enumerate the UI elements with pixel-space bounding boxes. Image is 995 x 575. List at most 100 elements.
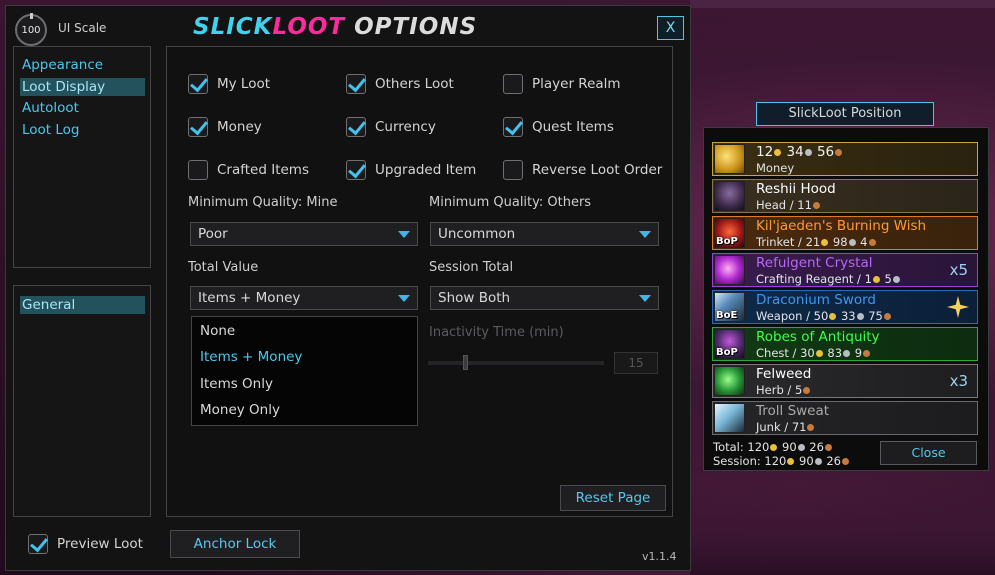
crystal-icon <box>714 255 745 285</box>
min-quality-others-value: Uncommon <box>438 226 516 242</box>
silver-value: 98 <box>832 235 848 249</box>
background-pillar <box>690 0 995 8</box>
session-total-dropdown[interactable]: Show Both <box>430 286 659 310</box>
bind-badge: BoP <box>716 236 738 247</box>
money-amount: 12 34 56 <box>756 144 843 160</box>
session-label: Session: <box>713 454 761 468</box>
item-subtitle: Chest / 30 83 9 <box>756 346 871 360</box>
currency-checkbox[interactable] <box>346 117 366 137</box>
profile-nav: General <box>13 285 151 517</box>
loot-row-robes-of-antiquity[interactable]: BoP Robes of Antiquity Chest / 30 83 9 <box>712 327 978 361</box>
upgraded-item-checkbox[interactable] <box>346 160 366 180</box>
min-quality-mine-dropdown[interactable]: Poor <box>190 222 418 246</box>
slickloot-position-button[interactable]: SlickLoot Position <box>756 102 934 126</box>
silver-coin-icon <box>856 313 864 320</box>
others-loot-checkbox[interactable] <box>346 74 366 94</box>
quest-items-label: Quest Items <box>532 119 614 135</box>
loot-row-reshii-hood[interactable]: Reshii Hood Head / 11 <box>712 179 978 213</box>
title-loot: LOOT <box>272 14 346 40</box>
min-quality-mine-value: Poor <box>198 226 228 242</box>
money-option[interactable]: Money <box>188 117 262 137</box>
gold-value: 12 <box>756 144 774 160</box>
inactivity-value[interactable]: 15 <box>614 352 658 374</box>
upgraded-item-label: Upgraded Item <box>375 162 477 178</box>
gold-coin-icon <box>787 458 795 465</box>
silver-coin-icon <box>814 458 822 465</box>
copper-coin-icon <box>868 239 876 246</box>
sidebar-item-loot-log[interactable]: Loot Log <box>20 121 145 139</box>
total-silver: 90 <box>782 440 797 454</box>
ui-scale-knob[interactable]: 100 <box>15 13 47 46</box>
quest-items-checkbox[interactable] <box>503 117 523 137</box>
silver-value: 34 <box>786 144 804 160</box>
crafted-items-label: Crafted Items <box>217 162 309 178</box>
menu-option-items-money[interactable]: Items + Money <box>200 349 302 365</box>
copper-value: 9 <box>854 346 863 360</box>
player-realm-checkbox[interactable] <box>503 74 523 94</box>
menu-option-money-only[interactable]: Money Only <box>200 402 280 418</box>
preview-loot-checkbox[interactable] <box>28 534 48 554</box>
stack-count: x3 <box>949 372 968 390</box>
my-loot-label: My Loot <box>217 76 271 92</box>
anchor-lock-button[interactable]: Anchor Lock <box>170 530 300 558</box>
loot-close-button[interactable]: Close <box>880 441 977 465</box>
trinket-icon: BoP <box>714 218 745 248</box>
total-value-dropdown[interactable]: Items + Money <box>190 286 418 310</box>
currency-option[interactable]: Currency <box>346 117 436 137</box>
copper-coin-icon <box>835 149 843 156</box>
reverse-loot-order-option[interactable]: Reverse Loot Order <box>503 160 662 180</box>
copper-coin-icon <box>841 458 849 465</box>
background-floor <box>690 485 995 575</box>
close-button[interactable]: X <box>657 16 684 40</box>
others-loot-option[interactable]: Others Loot <box>346 74 454 94</box>
profile-item-general[interactable]: General <box>20 296 145 314</box>
inactivity-slider-thumb[interactable] <box>463 355 468 370</box>
title-slick: SLICK <box>193 14 273 40</box>
loot-row-kiljaedens-burning-wish[interactable]: BoP Kil'jaeden's Burning Wish Trinket / … <box>712 216 978 250</box>
copper-value: 4 <box>860 235 868 249</box>
currency-label: Currency <box>375 119 436 135</box>
copper-value: 5 <box>794 383 803 397</box>
preview-loot-label: Preview Loot <box>57 536 143 552</box>
sidebar-item-autoloot[interactable]: Autoloot <box>20 99 145 117</box>
gold-coin-icon <box>770 444 778 451</box>
my-loot-checkbox[interactable] <box>188 74 208 94</box>
loot-row-felweed[interactable]: Felweed Herb / 5 x3 <box>712 364 978 398</box>
money-label: Money <box>217 119 262 135</box>
crafted-items-checkbox[interactable] <box>188 160 208 180</box>
upgraded-item-option[interactable]: Upgraded Item <box>346 160 476 180</box>
reset-page-button[interactable]: Reset Page <box>560 485 666 511</box>
crafted-items-option[interactable]: Crafted Items <box>188 160 309 180</box>
item-subtitle: Weapon / 50 33 75 <box>756 309 892 323</box>
gold-coin-icon <box>774 149 782 156</box>
chevron-down-icon <box>398 231 410 238</box>
loot-row-refulgent-crystal[interactable]: Refulgent Crystal Crafting Reagent / 1 5… <box>712 253 978 287</box>
silver-coin-icon <box>848 239 856 246</box>
item-name: Felweed <box>756 366 812 382</box>
item-type: Chest <box>756 346 789 360</box>
min-quality-others-dropdown[interactable]: Uncommon <box>430 222 659 246</box>
menu-option-items-only[interactable]: Items Only <box>200 376 273 392</box>
money-checkbox[interactable] <box>188 117 208 137</box>
hood-icon <box>714 181 745 211</box>
gold-value: 30 <box>800 346 815 360</box>
copper-value: 71 <box>791 420 807 434</box>
category-nav: Appearance Loot Display Autoloot Loot Lo… <box>13 46 151 268</box>
ui-scale-label: UI Scale <box>58 21 107 35</box>
quest-items-option[interactable]: Quest Items <box>503 117 614 137</box>
inactivity-slider-track[interactable] <box>428 361 604 365</box>
item-type: Herb <box>756 383 784 397</box>
loot-row-troll-sweat[interactable]: Troll Sweat Junk / 71 <box>712 401 978 435</box>
reverse-loot-order-checkbox[interactable] <box>503 160 523 180</box>
loot-row-draconium-sword[interactable]: BoE Draconium Sword Weapon / 50 33 75 <box>712 290 978 324</box>
player-realm-label: Player Realm <box>532 76 621 92</box>
player-realm-option[interactable]: Player Realm <box>503 74 621 94</box>
preview-loot-option[interactable]: Preview Loot <box>28 534 143 554</box>
sidebar-item-appearance[interactable]: Appearance <box>20 56 145 74</box>
session-total-label: Session Total <box>429 260 514 275</box>
menu-option-none[interactable]: None <box>200 323 235 339</box>
money-subtitle: Money <box>756 161 795 175</box>
sidebar-item-loot-display[interactable]: Loot Display <box>20 78 145 96</box>
loot-row-money[interactable]: 12 34 56 Money <box>712 142 978 176</box>
my-loot-option[interactable]: My Loot <box>188 74 270 94</box>
